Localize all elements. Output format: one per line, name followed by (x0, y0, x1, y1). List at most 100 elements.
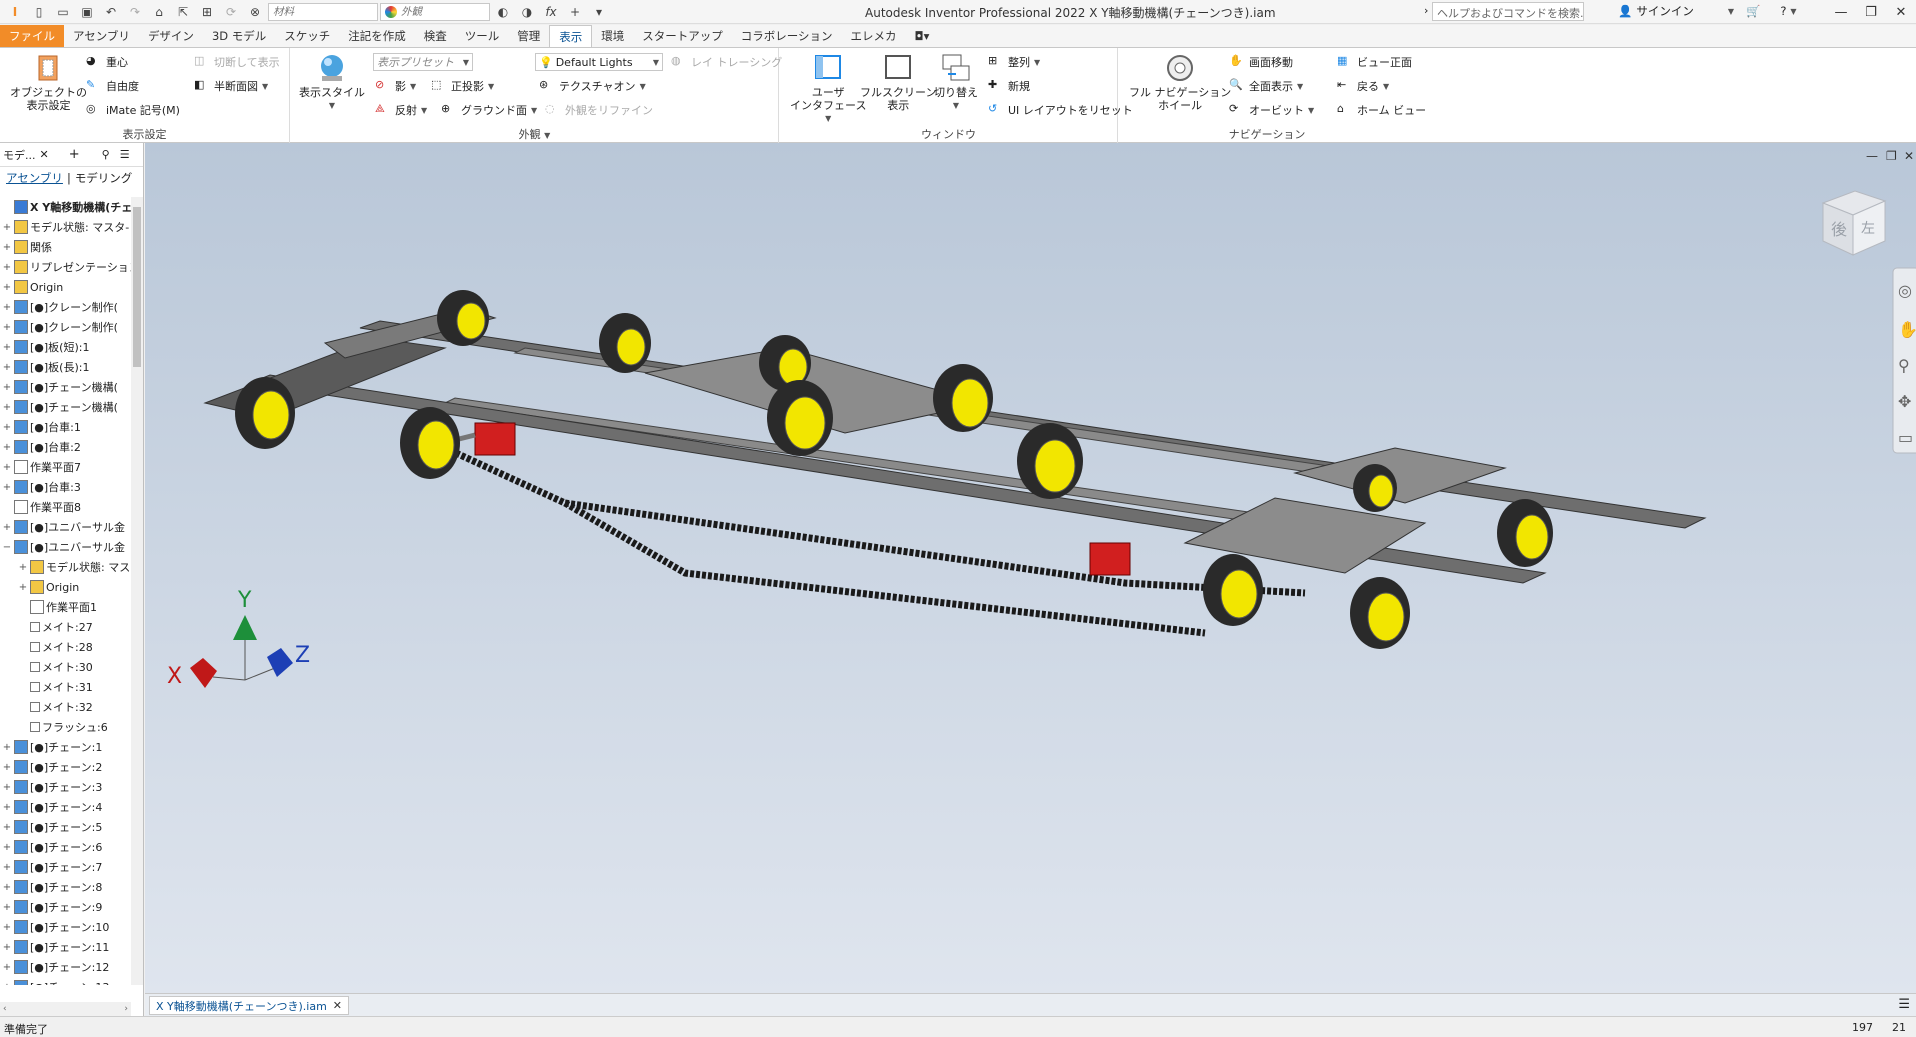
viewcube[interactable]: 後 左 (1821, 190, 1887, 256)
customize-icon[interactable]: ▾ (588, 2, 610, 22)
tree-node[interactable]: + [●]板(短):1 (0, 337, 131, 357)
expand-toggle-icon[interactable]: + (2, 942, 12, 953)
tree-node[interactable]: + [●]板(長):1 (0, 357, 131, 377)
ground-button[interactable]: ⊕ グラウンド面 ▼ (441, 100, 537, 120)
texture-button[interactable]: ⊛ テクスチャオン ▼ (539, 76, 646, 96)
tree-node[interactable]: + Origin (0, 277, 131, 297)
expand-toggle-icon[interactable]: + (2, 862, 12, 873)
wheel[interactable] (1353, 464, 1397, 512)
select-icon[interactable]: ⇱ (172, 2, 194, 22)
tab-0[interactable]: ファイル (0, 25, 64, 47)
wheel[interactable] (1350, 577, 1410, 649)
open-icon[interactable]: ▭ (52, 2, 74, 22)
xy-axis-mechanism-model[interactable] (203, 290, 1707, 649)
expand-help-icon[interactable]: › (1424, 4, 1428, 17)
expand-toggle-icon[interactable]: + (18, 582, 28, 593)
material-icon[interactable]: ⊗ (244, 2, 266, 22)
tree-node[interactable]: + [●]チェーン:5 (0, 817, 131, 837)
viewport-restore-icon[interactable]: ❐ (1886, 149, 1897, 163)
help-search-input[interactable]: ヘルプおよびコマンドを検索... (1432, 2, 1584, 21)
browser-title[interactable]: モデ... (3, 147, 36, 163)
appearance-group-label[interactable]: 外観 ▼ (291, 126, 778, 142)
appearance-adjust-icon[interactable]: ◐ (492, 2, 514, 22)
tree-node[interactable]: フラッシュ:6 (0, 717, 131, 737)
tree-node[interactable]: + [●]チェーン:7 (0, 857, 131, 877)
tree-node[interactable]: + [●]チェーン:2 (0, 757, 131, 777)
tree-node[interactable]: + [●]台車:2 (0, 437, 131, 457)
new-window-button[interactable]: ✚ 新規 (988, 76, 1030, 96)
ray-tracing-button[interactable]: ◍ レイ トレーシング (671, 52, 782, 72)
tree-node[interactable]: + [●]チェーン:6 (0, 837, 131, 857)
tree-node[interactable]: + [●]チェーン:4 (0, 797, 131, 817)
graphics-viewport[interactable]: — ❐ ✕ 後 左 ◎ ✋ ⚲ ✥ ▭ Y X Z (145, 143, 1916, 993)
parameters-icon[interactable]: fx (540, 2, 562, 22)
reflection-button[interactable]: ⟁ 反射 ▼ (375, 100, 427, 120)
expand-toggle-icon[interactable]: + (2, 882, 12, 893)
tab-8[interactable]: 管理 (508, 25, 549, 47)
lights-dropdown[interactable]: 💡 Default Lights ▼ (535, 52, 663, 72)
view-face-button[interactable]: ▦ ビュー正面 (1337, 52, 1412, 72)
viewport-close-icon[interactable]: ✕ (1904, 149, 1914, 163)
wheel[interactable] (933, 364, 993, 432)
restore-icon[interactable]: ❐ (1856, 0, 1886, 24)
tab-12[interactable]: コラボレーション (732, 25, 842, 47)
tree-node[interactable]: + [●]ユニバーサル金 (0, 517, 131, 537)
tab-1[interactable]: アセンブリ (64, 25, 139, 47)
tree-node[interactable]: + [●]チェーン機構( (0, 377, 131, 397)
tab-11[interactable]: スタートアップ (633, 25, 732, 47)
home-icon[interactable]: ⌂ (148, 2, 170, 22)
tree-node[interactable]: + リプレゼンテーション (0, 257, 131, 277)
tree-node[interactable]: メイト:27 (0, 617, 131, 637)
close-icon[interactable]: ✕ (333, 999, 342, 1012)
preset-dropdown[interactable]: 表示プリセット ▼ (373, 52, 473, 72)
tree-node[interactable]: + モデル状態: マスタ- (0, 217, 131, 237)
tab-4[interactable]: スケッチ (275, 25, 339, 47)
document-menu-icon[interactable]: ☰ (1898, 997, 1910, 1012)
browser-hscrollbar[interactable]: ‹ › (0, 1002, 131, 1016)
tab-3[interactable]: 3D モデル (203, 25, 275, 47)
tree-node[interactable]: 作業平面8 (0, 497, 131, 517)
visual-style-button[interactable]: 表示スタイル ▼ (299, 52, 365, 112)
right-motor[interactable] (1089, 542, 1131, 576)
cart-icon[interactable]: 🛒 (1746, 4, 1760, 18)
tree-node[interactable]: + 関係 (0, 237, 131, 257)
tab-6[interactable]: 検査 (415, 25, 456, 47)
expand-toggle-icon[interactable]: + (2, 802, 12, 813)
tree-node[interactable]: + モデル状態: マス (0, 557, 131, 577)
expand-toggle-icon[interactable]: + (2, 782, 12, 793)
expand-toggle-icon[interactable]: + (2, 462, 12, 473)
center-of-gravity-button[interactable]: ◕ 重心 (86, 52, 128, 72)
tree-node[interactable]: + Origin (0, 577, 131, 597)
tab-overflow-icon[interactable]: ◘▾ (906, 25, 939, 47)
full-navigation-wheel-button[interactable]: フル ナビゲーション ホイール (1129, 52, 1231, 112)
tree-node[interactable]: + 作業平面7 (0, 457, 131, 477)
tree-node[interactable]: + [●]台車:1 (0, 417, 131, 437)
tab-10[interactable]: 環境 (592, 25, 633, 47)
arrange-button[interactable]: ⊞ 整列 ▼ (988, 52, 1040, 72)
back-view-button[interactable]: ⇤ 戻る ▼ (1337, 76, 1389, 96)
left-motor[interactable] (474, 422, 516, 456)
tab-9[interactable]: 表示 (549, 25, 593, 47)
tab-7[interactable]: ツール (456, 25, 509, 47)
expand-toggle-icon[interactable]: + (2, 322, 12, 333)
wheel[interactable] (1017, 423, 1083, 499)
model-canvas[interactable]: — ❐ ✕ 後 左 ◎ ✋ ⚲ ✥ ▭ Y X Z (145, 143, 1916, 993)
expand-toggle-icon[interactable]: − (2, 542, 12, 553)
user-interface-button[interactable]: ユーザ インタフェース ▼ (790, 52, 866, 125)
steering-wheel-icon[interactable]: ◎ (1898, 281, 1912, 300)
menu-icon[interactable]: ☰ (120, 148, 130, 161)
wheel[interactable] (767, 380, 833, 456)
close-icon[interactable]: ✕ (1886, 0, 1916, 24)
tree-node[interactable]: + [●]チェーン:11 (0, 937, 131, 957)
expand-toggle-icon[interactable]: + (2, 522, 12, 533)
viewcube-left-face[interactable]: 左 (1861, 221, 1875, 237)
tab-modeling[interactable]: モデリング (75, 170, 133, 186)
orbit-icon[interactable]: ✥ (1898, 392, 1911, 411)
tree-node[interactable]: + [●]チェーン:3 (0, 777, 131, 797)
tab-13[interactable]: エレメカ (842, 25, 906, 47)
undo-icon[interactable]: ↶ (100, 2, 122, 22)
expand-toggle-icon[interactable]: + (2, 482, 12, 493)
tree-node[interactable]: メイト:31 (0, 677, 131, 697)
help-icon[interactable]: ? (1780, 4, 1786, 18)
update-icon[interactable]: ⟳ (220, 2, 242, 22)
